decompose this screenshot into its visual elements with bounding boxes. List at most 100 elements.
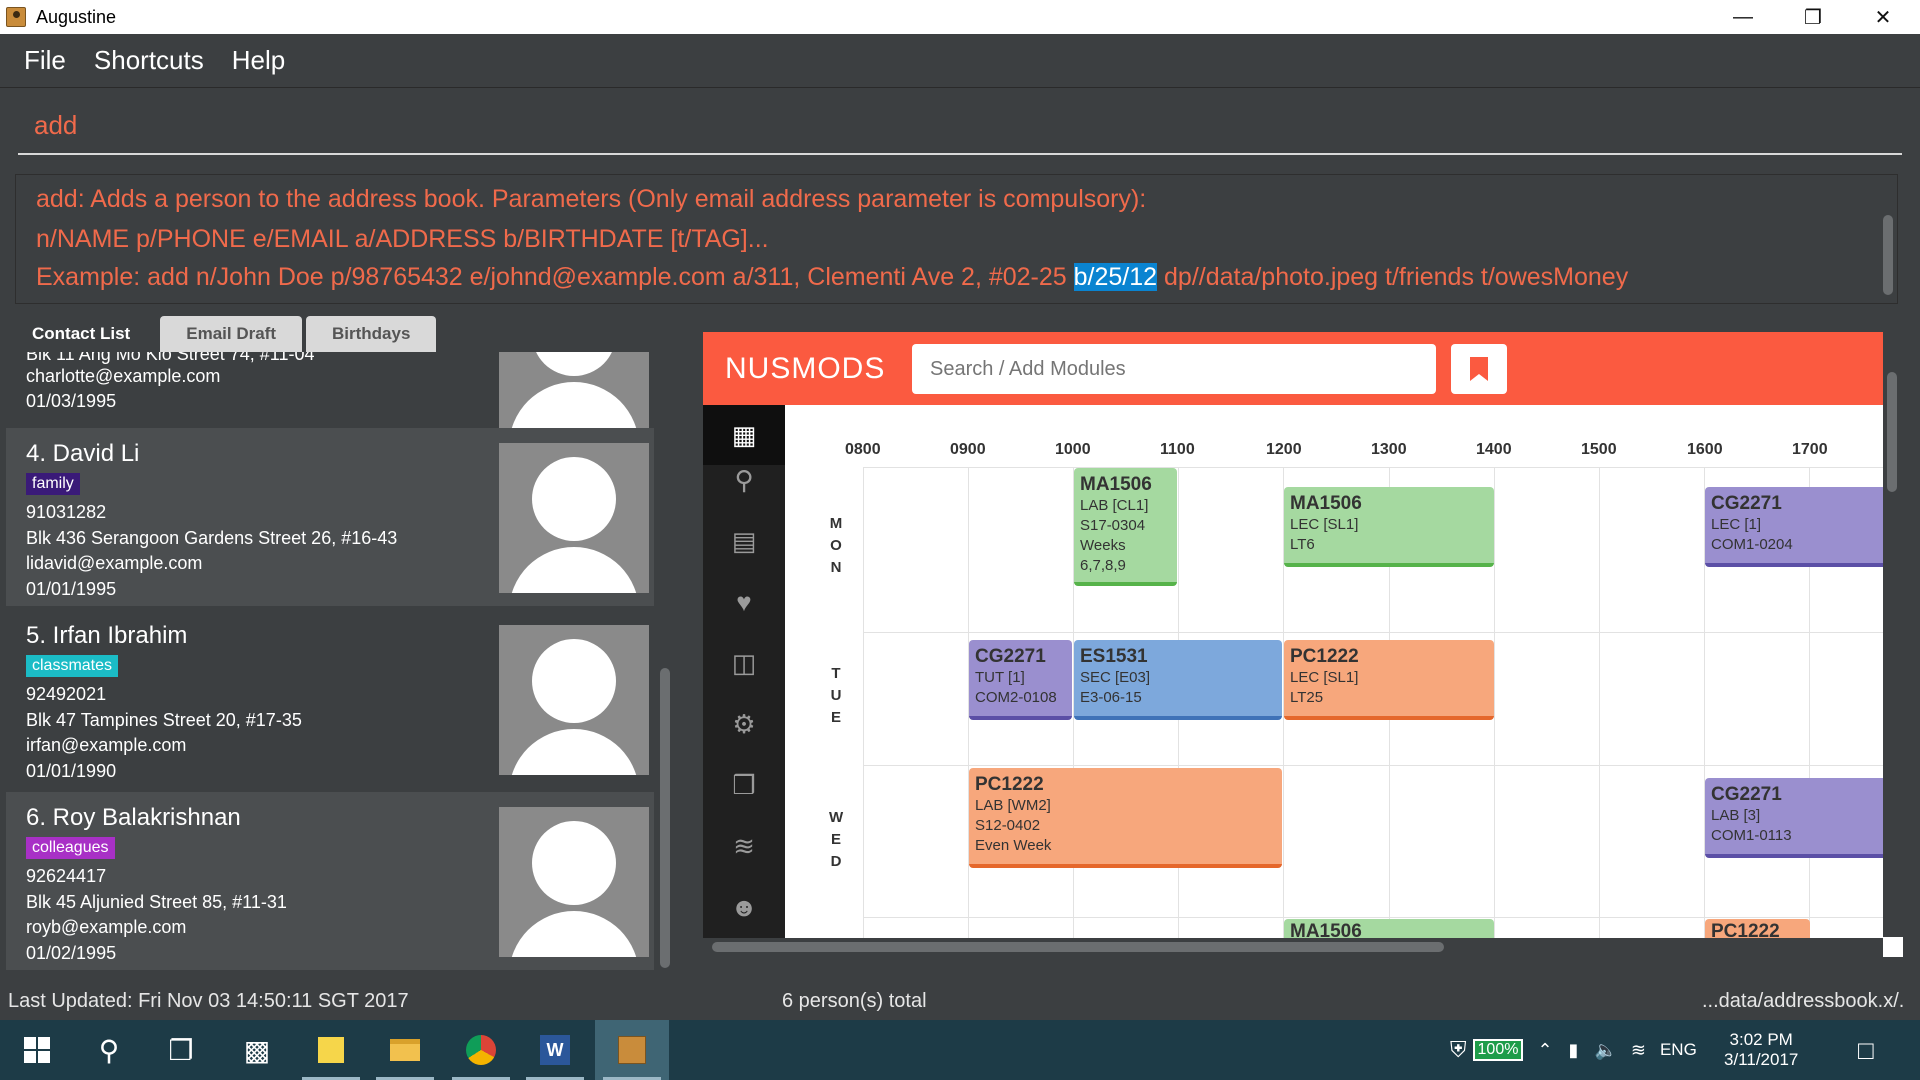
contact-birthday: 01/01/1990: [26, 761, 117, 781]
contact-photo: [499, 807, 649, 957]
scroll-corner: [1883, 937, 1903, 957]
file-explorer-icon[interactable]: [368, 1020, 442, 1080]
module-card[interactable]: PC1222 LAB [WM2] S12-0402 Even Week: [969, 768, 1282, 868]
module-detail: LEC [1]: [1711, 516, 1762, 533]
time-label: 1600: [1687, 441, 1723, 458]
tab-birthdays[interactable]: Birthdays: [305, 316, 437, 352]
time-label: 1500: [1581, 441, 1617, 458]
list-item[interactable]: 4. David Li family 91031282 Blk 436 Sera…: [6, 428, 654, 606]
list-item[interactable]: Blk 11 Ang Mo Kio Street 74, #11-04 char…: [6, 352, 654, 428]
contact-address: Blk 436 Serangoon Gardens Street 26, #16…: [26, 528, 398, 548]
module-detail: LT6: [1290, 536, 1315, 553]
reddit-icon[interactable]: ☻: [703, 877, 785, 937]
chevron-up-icon[interactable]: ⌃: [1537, 1040, 1552, 1061]
contact-phone: 91031282: [26, 502, 107, 522]
system-tray: ⛨ 100% ⌃ ▮ 🔈 ≋ ENG: [1450, 1020, 1697, 1080]
result-line-2: n/NAME p/PHONE e/EMAIL a/ADDRESS b/BIRTH…: [36, 225, 769, 253]
nusmods-horizontal-scrollbar[interactable]: [712, 942, 1444, 952]
module-card[interactable]: PC1222: [1705, 919, 1810, 938]
contact-email: irfan@example.com: [26, 735, 187, 755]
battery-percent[interactable]: 100%: [1472, 1039, 1524, 1061]
module-search[interactable]: [912, 344, 1436, 394]
module-detail: Weeks: [1080, 537, 1126, 554]
tab-bar: Contact List Email Draft Birthdays: [6, 316, 437, 352]
module-card[interactable]: CG2271 LAB [3] COM1-0113: [1705, 778, 1883, 858]
contact-tag: colleagues: [26, 837, 115, 859]
power-icon[interactable]: ▮: [1569, 1040, 1579, 1061]
word-icon[interactable]: W: [518, 1020, 592, 1080]
grid-line: [1599, 467, 1600, 938]
settings-icon[interactable]: ⚙: [703, 694, 785, 754]
list-item[interactable]: 5. Irfan Ibrahim classmates 92492021 Blk…: [6, 610, 654, 788]
contact-email: lidavid@example.com: [26, 553, 203, 573]
augustine-app-icon[interactable]: [595, 1020, 669, 1080]
windows-start-icon[interactable]: [0, 1020, 74, 1080]
contact-list: Blk 11 Ang Mo Kio Street 74, #11-04 char…: [0, 352, 660, 972]
module-card[interactable]: CG2271 LEC [1] COM1-0204: [1705, 487, 1883, 567]
heart-icon[interactable]: ♥: [703, 572, 785, 632]
result-scrollbar[interactable]: [1883, 215, 1893, 295]
control-panel-icon[interactable]: ▩: [220, 1020, 294, 1080]
notification-icon[interactable]: □: [1858, 1020, 1874, 1080]
wifi-icon[interactable]: ≋: [1631, 1040, 1646, 1061]
list-item[interactable]: 6. Roy Balakrishnan colleagues 92624417 …: [6, 792, 654, 970]
contact-name: 5. Irfan Ibrahim: [26, 622, 188, 649]
day-letter: M: [829, 515, 843, 532]
module-card[interactable]: MA1506 LEC [SL1] LT6: [1284, 487, 1494, 567]
module-card[interactable]: MA1506: [1284, 919, 1494, 938]
close-button[interactable]: ✕: [1848, 0, 1918, 34]
module-detail: SEC [E03]: [1080, 669, 1151, 686]
command-box[interactable]: add: [0, 88, 1920, 166]
contact-tag: family: [26, 473, 80, 495]
language-indicator[interactable]: ENG: [1660, 1040, 1697, 1060]
module-card[interactable]: CG2271 TUT [1] COM2-0108: [969, 640, 1072, 720]
news-icon[interactable]: ◫: [703, 633, 785, 693]
day-letter: W: [829, 809, 844, 826]
result-line-3: Example: add n/John Doe p/98765432 e/joh…: [36, 263, 1628, 292]
module-card[interactable]: MA1506 LAB [CL1] S17-0304 Weeks 6,7,8,9: [1074, 468, 1177, 586]
grid-line: [863, 467, 864, 938]
nusmods-header: NUSMODS: [703, 332, 1883, 405]
building-icon[interactable]: ▤: [703, 511, 785, 571]
module-code: CG2271: [1711, 493, 1782, 514]
contact-address: Blk 11 Ang Mo Kio Street 74, #11-04: [26, 352, 315, 364]
task-view-icon[interactable]: ❐: [144, 1020, 218, 1080]
search-icon[interactable]: ⚲: [72, 1020, 146, 1080]
module-code: CG2271: [975, 646, 1046, 667]
shield-icon[interactable]: ⛨: [1450, 1037, 1467, 1063]
day-letter: E: [830, 831, 841, 848]
command-underline: [18, 153, 1902, 155]
chrome-icon[interactable]: [444, 1020, 518, 1080]
rss-icon[interactable]: ≋: [703, 816, 785, 876]
menu-shortcuts[interactable]: Shortcuts: [94, 45, 204, 76]
grid-line: [863, 632, 1883, 633]
bookmark-button[interactable]: [1451, 344, 1507, 394]
menu-help[interactable]: Help: [232, 45, 285, 76]
contact-name: 6. Roy Balakrishnan: [26, 804, 241, 831]
module-card[interactable]: ES1531 SEC [E03] E3-06-15: [1074, 640, 1282, 720]
restore-button[interactable]: ❐: [1778, 0, 1848, 34]
clock[interactable]: 3:02 PM 3/11/2017: [1724, 1020, 1798, 1080]
module-code: MA1506: [1080, 474, 1152, 495]
contact-list-scrollbar[interactable]: [660, 668, 670, 968]
menu-file[interactable]: File: [24, 45, 66, 76]
grid-line: [863, 765, 1883, 766]
module-card[interactable]: PC1222 LEC [SL1] LT25: [1284, 640, 1494, 720]
search-icon[interactable]: ⚲: [703, 450, 785, 510]
module-search-input[interactable]: [912, 344, 1436, 394]
tab-contact-list[interactable]: Contact List: [6, 316, 157, 352]
contact-photo: [499, 352, 649, 428]
minimize-button[interactable]: —: [1708, 0, 1778, 34]
cubes-icon[interactable]: ❒: [703, 755, 785, 815]
command-input[interactable]: add: [34, 110, 77, 141]
contact-email: charlotte@example.com: [26, 366, 221, 386]
grid-line: [863, 917, 1883, 918]
tab-email-draft[interactable]: Email Draft: [160, 316, 302, 352]
sticky-notes-icon[interactable]: [294, 1020, 368, 1080]
module-detail: S12-0402: [975, 817, 1041, 834]
contact-birthday: 01/02/1995: [26, 943, 117, 963]
volume-mute-icon[interactable]: 🔈: [1594, 1040, 1616, 1061]
result-highlight: b/25/12: [1073, 263, 1158, 291]
nusmods-vertical-scrollbar[interactable]: [1887, 372, 1897, 492]
contact-tag: classmates: [26, 655, 119, 677]
